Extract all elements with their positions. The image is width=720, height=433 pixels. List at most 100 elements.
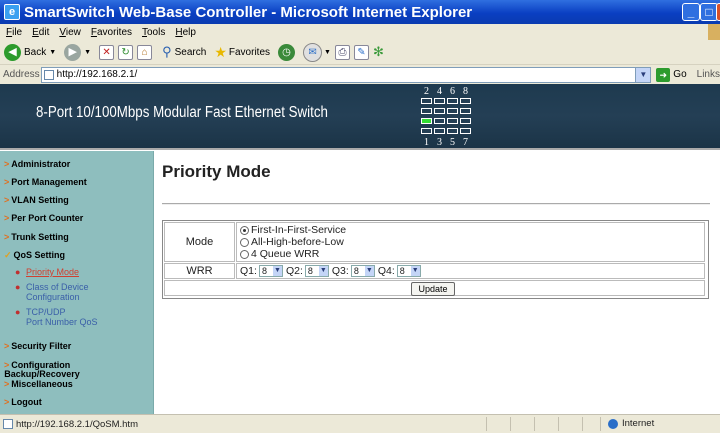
wrr-label-cell: WRR — [164, 263, 235, 279]
mode-option-4-queue-wrr[interactable]: 4 Queue WRR — [240, 248, 319, 260]
arrow-right-icon: > — [4, 397, 10, 407]
mode-option-fifs[interactable]: First-In-First-Service — [240, 224, 346, 236]
subitem-tcp-udp[interactable]: ● TCP/UDP Port Number QoS — [15, 307, 98, 327]
chevron-down-icon[interactable]: ▼ — [635, 67, 651, 82]
sidebar-item-label: Security Filter — [11, 341, 72, 351]
q4-select[interactable]: 8 ▼ — [396, 265, 421, 277]
radio-button[interactable] — [240, 249, 249, 259]
print-icon: ⎙ — [334, 44, 350, 60]
port-4-led — [434, 98, 445, 104]
mode-option-label: 4 Queue WRR — [251, 248, 320, 260]
sidebar-item-configuration[interactable]: > Configuration Backup/Recovery — [4, 361, 80, 379]
print-button[interactable]: ⎙ — [334, 44, 350, 60]
subitem-class-of-device[interactable]: ● Class of Device Configuration — [15, 282, 89, 302]
refresh-button[interactable]: ↻ — [118, 44, 134, 60]
port-5-lower-led — [447, 128, 458, 134]
forward-button[interactable]: ▶ ▼ — [64, 43, 92, 61]
links-button[interactable]: Links — [697, 69, 720, 80]
q2-value: 8 — [307, 266, 313, 276]
sidebar-item-trunk-setting[interactable]: > Trunk Setting — [4, 232, 69, 242]
q3-select[interactable]: 8 ▼ — [350, 265, 375, 277]
subitem-label-line2: Configuration — [26, 292, 80, 302]
q4-label: Q4: — [377, 265, 395, 277]
status-divider — [510, 417, 511, 431]
subitem-label: Priority Mode — [26, 267, 80, 277]
search-icon: ⚲ — [162, 44, 172, 59]
sidebar-item-qos-setting[interactable]: ✓ QoS Setting — [4, 250, 65, 261]
back-label: Back — [24, 46, 47, 58]
messenger-button[interactable]: ✻ — [373, 44, 384, 60]
chevron-down-icon: ▼ — [84, 48, 92, 56]
port-number-4: 4 — [437, 86, 442, 97]
page-icon — [43, 69, 54, 80]
sidebar-item-administrator[interactable]: > Administrator — [4, 159, 70, 169]
update-button[interactable]: Update — [411, 282, 455, 296]
port-1-led — [421, 118, 432, 124]
q2-select[interactable]: 8 ▼ — [304, 265, 329, 277]
history-button[interactable]: ◷ — [278, 43, 296, 61]
menu-favorites[interactable]: Favorites — [91, 27, 132, 38]
mail-button[interactable]: ✉ ▼ — [303, 42, 331, 62]
port-6-lower-led — [447, 108, 458, 114]
window-title-bar: e SmartSwitch Web-Base Controller - Micr… — [0, 0, 720, 24]
switch-banner: 8-Port 10/100Mbps Modular Fast Ethernet … — [0, 84, 720, 150]
chevron-down-icon: ▼ — [49, 48, 57, 56]
favorites-button[interactable]: ★ Favorites — [214, 44, 270, 61]
port-number-5: 5 — [450, 137, 455, 148]
arrow-right-icon: > — [4, 195, 10, 205]
home-button[interactable]: ⌂ — [137, 44, 153, 60]
sidebar-item-label: Port Management — [11, 177, 87, 187]
sidebar-item-port-management[interactable]: > Port Management — [4, 177, 87, 187]
q1-select[interactable]: 8 ▼ — [258, 265, 283, 277]
status-divider — [558, 417, 559, 431]
menu-file[interactable]: File — [6, 27, 22, 38]
sidebar-item-miscellaneous[interactable]: > Miscellaneous — [4, 379, 73, 389]
chevron-down-icon: ▼ — [324, 48, 331, 56]
menu-tools[interactable]: Tools — [142, 27, 165, 38]
edit-button[interactable]: ✎ — [353, 44, 369, 60]
mode-option-all-high[interactable]: All-High-before-Low — [240, 236, 344, 248]
address-input[interactable]: http://192.168.2.1/ ▼ — [40, 66, 652, 83]
minimize-button[interactable]: _ — [682, 3, 700, 21]
arrow-right-icon: > — [4, 213, 10, 223]
port-number-8: 8 — [463, 86, 468, 97]
bullet-icon: ● — [15, 307, 21, 317]
forward-arrow-icon: ▶ — [64, 43, 82, 61]
sidebar-item-label: Trunk Setting — [11, 232, 69, 242]
q1-value: 8 — [261, 266, 267, 276]
radio-button-selected[interactable] — [240, 225, 249, 235]
chevron-down-icon: ▼ — [318, 266, 328, 276]
q4-value: 8 — [399, 266, 405, 276]
subitem-priority-mode[interactable]: ● Priority Mode — [15, 267, 80, 277]
sidebar-nav: > Administrator > Port Management > VLAN Se… — [0, 151, 154, 414]
q3-value: 8 — [353, 266, 359, 276]
menu-help[interactable]: Help — [175, 27, 196, 38]
page-title: Priority Mode — [162, 162, 271, 181]
back-button[interactable]: ◀ Back ▼ — [4, 43, 57, 61]
sidebar-item-security-filter[interactable]: > Security Filter — [4, 341, 71, 351]
close-button[interactable]: × — [716, 3, 720, 21]
sidebar-item-per-port-counter[interactable]: > Per Port Counter — [4, 213, 83, 223]
wrr-queue-row: Q1: 8 ▼ Q2: 8 ▼ Q3: 8 ▼ Q4: 8 ▼ — [237, 265, 421, 277]
window-title: SmartSwitch Web-Base Controller - Micros… — [24, 3, 473, 21]
port-5-led — [447, 118, 458, 124]
search-button[interactable]: ⚲ Search — [162, 44, 206, 60]
mode-option-label: First-In-First-Service — [251, 224, 347, 236]
menu-view[interactable]: View — [59, 27, 81, 38]
messenger-icon: ✻ — [372, 44, 384, 59]
sidebar-item-logout[interactable]: > Logout — [4, 397, 42, 407]
port-number-6: 6 — [450, 86, 455, 97]
go-arrow-icon: ➜ — [656, 67, 671, 82]
stop-button[interactable]: ✕ — [99, 44, 115, 60]
chevron-down-icon: ▼ — [272, 266, 282, 276]
radio-button[interactable] — [240, 237, 249, 247]
sidebar-item-vlan-setting[interactable]: > VLAN Setting — [4, 195, 69, 205]
go-button[interactable]: ➜ Go — [656, 67, 687, 82]
port-4-lower-led — [434, 108, 445, 114]
status-divider — [600, 417, 601, 431]
menu-edit[interactable]: Edit — [32, 27, 49, 38]
favorites-label: Favorites — [228, 46, 271, 58]
address-bar: Address http://192.168.2.1/ ▼ ➜ Go Links — [0, 64, 720, 84]
address-label: Address — [3, 69, 40, 80]
search-label: Search — [174, 46, 207, 58]
